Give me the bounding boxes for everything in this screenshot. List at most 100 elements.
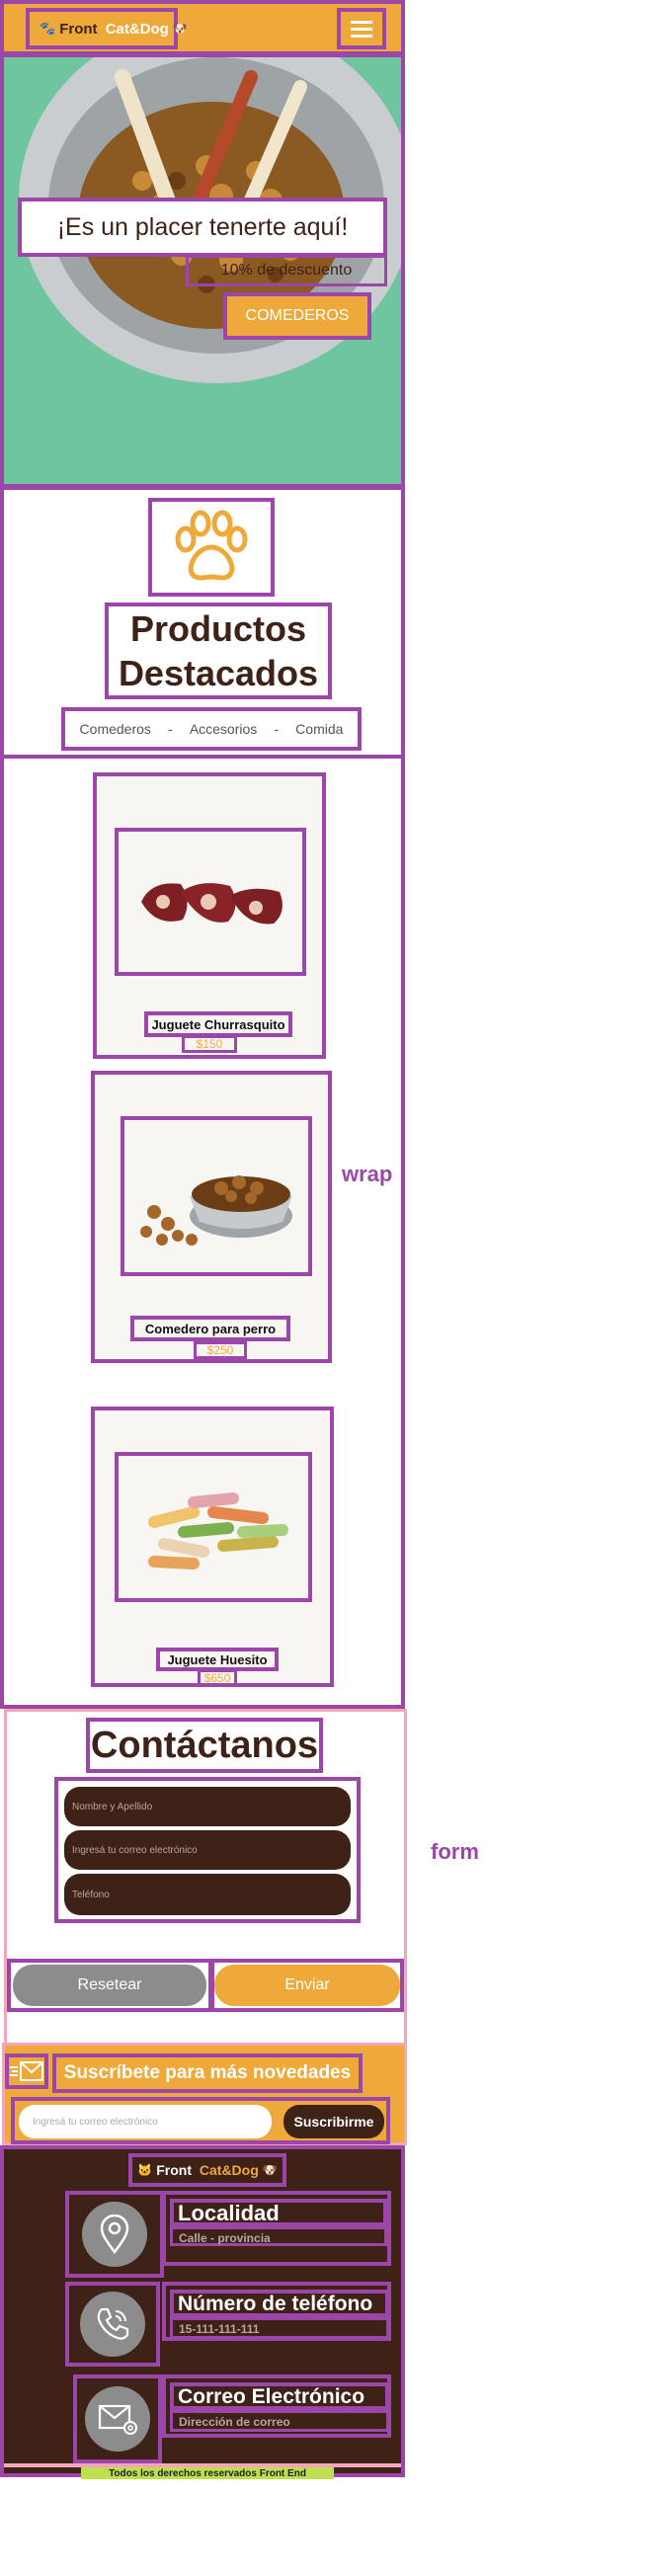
cat-dog-icon: 🐱 — [137, 2163, 153, 2177]
products-wrap: Juguete Churrasquito $150 Comedero para … — [0, 755, 405, 1709]
product-image-frame — [115, 828, 306, 976]
subscribe-button[interactable]: Suscribirme — [284, 2105, 384, 2138]
submit-button[interactable]: Enviar — [214, 1965, 400, 2006]
phone-title-box: Número de teléfono — [170, 2290, 389, 2317]
email-value: Dirección de correo — [179, 2415, 290, 2429]
newsletter-form: Ingresá tu correo electrónico Suscribirm… — [11, 2097, 390, 2144]
product-price-box: $250 — [194, 1341, 247, 1359]
product-name: Juguete Huesito — [167, 1651, 268, 1667]
featured-section: Productos Destacados Comederos - Accesor… — [0, 486, 405, 759]
email-value-box: Dirección de correo — [170, 2410, 389, 2432]
product-name-box: Juguete Huesito — [156, 1648, 279, 1671]
hero-subtitle-box: 10% de descuento — [186, 255, 387, 286]
newsletter-section: Suscríbete para más novedades Ingresá tu… — [2, 2043, 407, 2145]
hero-subtitle: 10% de descuento — [220, 262, 353, 279]
product-price: $150 — [196, 1037, 223, 1051]
location-value-box: Calle - provincia — [170, 2226, 387, 2246]
form-buttons-row: Resetear Enviar — [7, 1959, 404, 2012]
wrap-label: wrap — [342, 1162, 393, 1186]
location-title-box: Localidad — [170, 2199, 387, 2226]
email-title-box: Correo Electrónico — [170, 2382, 389, 2410]
filter-comederos[interactable]: Comederos — [80, 721, 151, 737]
filter-separator: - — [168, 721, 173, 737]
product-price: $650 — [203, 1671, 231, 1685]
email-field[interactable]: Ingresá tu correo electrónico — [64, 1830, 351, 1870]
phone-info: Número de teléfono 15-111-111-111 — [162, 2282, 391, 2341]
hero-title-box: ¡Es un placer tenerte aquí! — [18, 198, 387, 257]
product-image-frame — [115, 1452, 312, 1602]
newsletter-title-box: Suscríbete para más novedades — [52, 2053, 363, 2093]
paw-icon-box — [148, 498, 275, 597]
contact-title-box: Contáctanos — [86, 1718, 323, 1773]
comederos-button-label: COMEDEROS — [245, 307, 350, 324]
product-price-box: $150 — [182, 1035, 237, 1053]
reset-button[interactable]: Resetear — [13, 1965, 206, 2006]
filter-comida[interactable]: Comida — [295, 721, 343, 737]
featured-title-box: Productos Destacados — [105, 603, 332, 699]
phone-placeholder: Teléfono — [72, 1889, 110, 1900]
envelope-icon-box — [5, 2053, 48, 2089]
filter-separator: - — [274, 721, 280, 737]
filter-accesorios[interactable]: Accesorios — [190, 721, 257, 737]
comederos-button[interactable]: COMEDEROS — [223, 292, 371, 340]
email-title: Correo Electrónico — [178, 2385, 365, 2408]
copyright-text: Todos los derechos reservados Front End — [109, 2467, 306, 2479]
email-placeholder: Ingresá tu correo electrónico — [72, 1844, 198, 1856]
product-price-box: $650 — [198, 1669, 237, 1687]
copyright-box: Todos los derechos reservados Front End — [81, 2467, 334, 2479]
product-image-frame — [121, 1116, 312, 1276]
brand-logo[interactable]: 🐾 Front Cat&Dog 🐶 — [26, 8, 188, 49]
phone-icon — [80, 2292, 145, 2357]
submit-button-label: Enviar — [284, 1976, 330, 1993]
phone-title: Número de teléfono — [178, 2293, 373, 2315]
form-label: form — [431, 1839, 479, 1864]
menu-button[interactable] — [337, 8, 386, 49]
paw-icon — [175, 510, 248, 581]
location-value: Calle - provincia — [179, 2231, 271, 2245]
featured-title-line1: Productos — [129, 608, 306, 649]
dog-icon: 🐶 — [172, 22, 188, 36]
email-icon — [85, 2386, 150, 2452]
contact-title: Contáctanos — [90, 1724, 319, 1766]
product-name: Comedero para perro — [144, 1321, 277, 1336]
hamburger-icon — [351, 17, 372, 41]
contact-section: Contáctanos Nombre y Apellido Ingresá tu… — [4, 1709, 407, 2047]
footer: 🐱 Front Cat&Dog 🐶 Localidad Calle - prov… — [0, 2145, 405, 2479]
email-info: Correo Electrónico Dirección de correo — [162, 2375, 391, 2438]
newsletter-title: Suscríbete para más novedades — [63, 2062, 352, 2083]
footer-brand[interactable]: 🐱 Front Cat&Dog 🐶 — [128, 2153, 286, 2187]
location-pin-icon — [82, 2202, 147, 2267]
phone-field[interactable]: Teléfono — [64, 1874, 351, 1915]
newsletter-email-input[interactable]: Ingresá tu correo electrónico — [19, 2105, 272, 2138]
product-card[interactable]: Juguete Huesito $650 — [91, 1407, 334, 1687]
bone-toy-image — [148, 1492, 288, 1570]
footer-brand-prefix: Front — [156, 2162, 196, 2178]
header: 🐾 Front Cat&Dog 🐶 — [0, 0, 405, 55]
footer-brand-name: Cat&Dog — [199, 2162, 259, 2178]
name-field[interactable]: Nombre y Apellido — [64, 1787, 351, 1826]
envelope-lines-icon — [10, 2061, 43, 2081]
name-placeholder: Nombre y Apellido — [72, 1801, 153, 1812]
product-name-box: Comedero para perro — [130, 1316, 290, 1341]
newsletter-placeholder: Ingresá tu correo electrónico — [33, 2116, 158, 2128]
brand-name: Cat&Dog — [105, 20, 169, 38]
category-filter: Comederos - Accesorios - Comida — [61, 707, 362, 751]
product-name: Juguete Churrasquito — [151, 1016, 285, 1032]
hero-section: ¡Es un placer tenerte aquí! 10% de descu… — [0, 53, 405, 488]
product-price: $250 — [206, 1343, 234, 1357]
featured-title-line2: Destacados — [118, 653, 319, 693]
phone-icon-box — [65, 2282, 160, 2367]
hero-title: ¡Es un placer tenerte aquí! — [56, 212, 349, 241]
brand-prefix: Front — [59, 20, 102, 38]
email-icon-box — [73, 2375, 162, 2463]
dog-bowl-image — [140, 1175, 292, 1246]
dog-icon: 🐶 — [262, 2163, 278, 2177]
contact-form-fields: Nombre y Apellido Ingresá tu correo elec… — [54, 1777, 361, 1923]
product-card[interactable]: Juguete Churrasquito $150 — [93, 772, 326, 1059]
phone-value-box: 15-111-111-111 — [170, 2317, 389, 2339]
location-info: Localidad Calle - provincia — [162, 2191, 391, 2266]
location-icon-box — [65, 2191, 164, 2278]
meat-toy-image — [141, 883, 283, 925]
cat-dog-icon: 🐾 — [40, 21, 56, 36]
product-card[interactable]: Comedero para perro $250 — [91, 1071, 332, 1363]
